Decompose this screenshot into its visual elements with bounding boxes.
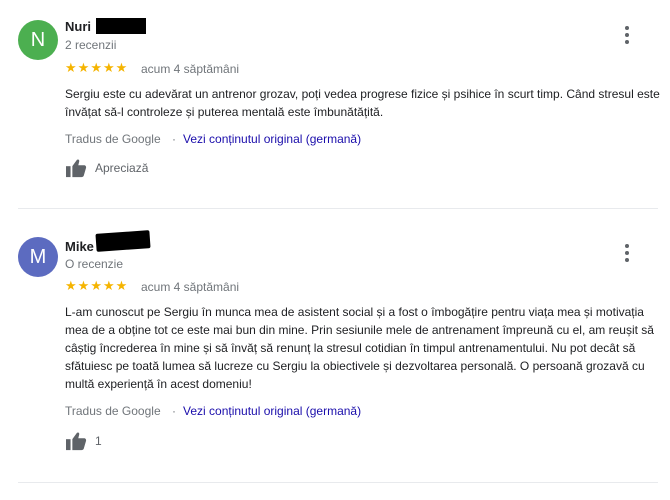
star-icon: ★ [102, 61, 115, 76]
review-date: acum 4 săptămâni [141, 62, 240, 76]
view-original-link[interactable]: Vezi conținutul original (germană) [183, 404, 361, 418]
star-icon: ★ [65, 279, 77, 294]
star-icon: ★ [77, 279, 90, 294]
reviewer-name[interactable]: Mike [65, 239, 94, 254]
separator-dot: · [172, 404, 176, 418]
more-vert-icon [625, 26, 629, 30]
star-icon: ★ [77, 61, 90, 76]
review-text: L-am cunoscut pe Sergiu în munca mea de … [65, 305, 654, 391]
review-divider [18, 482, 658, 483]
star-icon: ★ [65, 61, 77, 76]
review-text: Sergiu este cu adevărat un antrenor groz… [65, 87, 660, 119]
redacted-surname [96, 18, 146, 34]
translated-by-label: Tradus de Google [65, 132, 161, 146]
avatar[interactable]: M [18, 237, 58, 277]
thumb-up-icon [66, 159, 87, 178]
star-rating: ★ ★ ★ ★ ★ [65, 280, 127, 293]
more-options-button[interactable] [617, 23, 637, 47]
like-button[interactable]: 1 [65, 431, 102, 451]
more-vert-icon-dot [625, 40, 629, 44]
more-options-button[interactable] [617, 241, 637, 265]
like-count: 1 [95, 434, 102, 448]
star-icon: ★ [90, 279, 102, 294]
separator-dot: · [172, 132, 176, 146]
more-vert-icon-dot [625, 251, 629, 255]
star-rating: ★ ★ ★ ★ ★ [65, 62, 127, 75]
view-original-link[interactable]: Vezi conținutul original (germană) [183, 132, 361, 146]
like-button[interactable]: Apreciază [65, 158, 148, 178]
reviewer-name[interactable]: Nuri [65, 19, 91, 34]
star-icon: ★ [90, 61, 102, 76]
star-icon: ★ [115, 279, 128, 294]
thumb-up-icon [66, 432, 87, 451]
redacted-surname [95, 230, 151, 252]
review-count: 2 recenzii [65, 38, 117, 52]
review-date: acum 4 săptămâni [141, 280, 240, 294]
review-divider [18, 208, 658, 209]
review-count: O recenzie [65, 257, 124, 271]
more-vert-icon [625, 244, 629, 248]
more-vert-icon-dot [625, 258, 629, 262]
more-vert-icon-dot [625, 33, 629, 37]
like-label: Apreciază [95, 161, 149, 175]
translated-by-label: Tradus de Google [65, 404, 161, 418]
avatar[interactable]: N [18, 20, 58, 60]
star-icon: ★ [102, 279, 115, 294]
star-icon: ★ [115, 61, 128, 76]
